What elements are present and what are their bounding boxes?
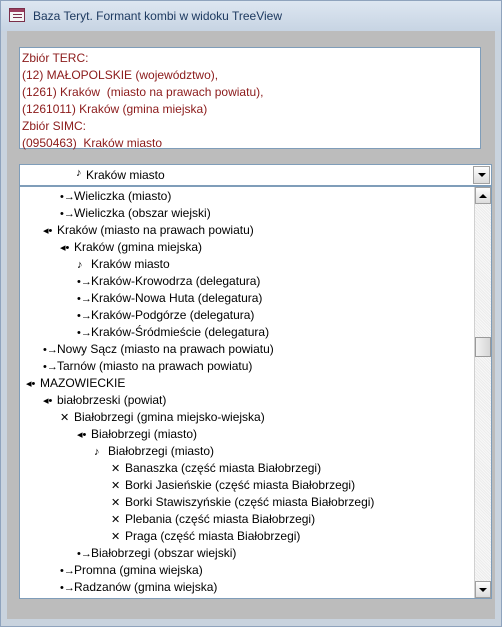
info-line: (0950463) Kraków miasto (22, 136, 163, 150)
vertical-scrollbar[interactable] (474, 187, 491, 598)
tree-node[interactable]: ✕ Plebania (część miasta Białobrzegi) (111, 511, 315, 528)
node-state-icon[interactable]: ✕ (60, 410, 74, 427)
tree-node[interactable]: ◂• Kraków (gmina miejska) (60, 239, 202, 256)
selected-node-icon: ♪ (76, 167, 82, 179)
info-line: Zbiór TERC: (22, 51, 89, 65)
combo-selected-value: Kraków miasto (86, 168, 165, 182)
node-state-icon[interactable]: •→ (77, 274, 92, 291)
location-combo[interactable]: ♪ Kraków miasto (19, 164, 492, 186)
app-window: Baza Teryt. Formant kombi w widoku TreeV… (0, 0, 502, 627)
tree-node[interactable]: •→Tarnów (miasto na prawach powiatu) (43, 358, 252, 375)
scroll-thumb[interactable] (475, 337, 491, 357)
node-state-icon[interactable]: •→ (77, 308, 92, 325)
tree-node[interactable]: •→Nowy Sącz (miasto na prawach powiatu) (43, 341, 274, 358)
node-state-icon[interactable]: •→ (77, 291, 92, 308)
tree-node-label: Praga (część miasta Białobrzegi) (125, 529, 301, 543)
tree-node-label: Kraków miasto (91, 257, 170, 271)
tree-node-label: Białobrzegi (miasto) (91, 427, 198, 441)
combo-dropdown-button[interactable] (473, 166, 490, 184)
info-line: (1261) Kraków (miasto na prawach powiatu… (22, 85, 264, 99)
node-state-icon[interactable]: ◂• (26, 376, 40, 393)
tree-node[interactable]: ◂• Białobrzegi (miasto) (77, 426, 197, 443)
tree-node-label: Wieliczka (obszar wiejski) (74, 206, 211, 220)
tree-node-label: Plebania (część miasta Białobrzegi) (125, 512, 316, 526)
tree-node[interactable]: •→Kraków-Śródmieście (delegatura) (77, 324, 269, 341)
node-state-icon[interactable]: ◂• (60, 240, 74, 257)
tree-node-label: Kraków-Krowodrza (delegatura) (91, 274, 261, 288)
node-state-icon[interactable]: ✕ (111, 461, 125, 478)
tree-node[interactable]: •→Białobrzegi (obszar wiejski) (77, 545, 236, 562)
info-line: (1261011) Kraków (gmina miejska) (22, 102, 208, 116)
tree-node[interactable]: •→Wieliczka (miasto) (60, 188, 171, 205)
arrow-down-icon (479, 588, 487, 592)
arrow-up-icon (479, 194, 487, 198)
scroll-down-button[interactable] (475, 581, 491, 598)
node-state-icon[interactable]: ✕ (111, 529, 125, 546)
treeview[interactable]: •→Wieliczka (miasto) •→Wieliczka (obszar … (19, 186, 492, 599)
tree-node-label: Kraków (miasto na prawach powiatu) (57, 223, 254, 237)
tree-node[interactable]: ♪ Białobrzegi (miasto) (94, 443, 214, 460)
tree-node[interactable]: •→Kraków-Podgórze (delegatura) (77, 307, 254, 324)
tree-node[interactable]: •→Kraków-Nowa Huta (delegatura) (77, 290, 262, 307)
node-state-icon[interactable]: •→ (60, 580, 75, 597)
node-state-icon[interactable]: ✕ (111, 478, 125, 495)
tree-node-label: białobrzeski (powiat) (57, 393, 167, 407)
tree-node[interactable]: ✕ Borki Stawiszyńskie (część miasta Biało… (111, 494, 374, 511)
node-state-icon[interactable]: ✕ (111, 512, 125, 529)
form-body: Zbiór TERC: (12) MAŁOPOLSKIE (województw… (7, 31, 495, 619)
tree-node-label: Kraków-Śródmieście (delegatura) (91, 325, 270, 339)
tree-node-label: Kraków-Podgórze (delegatura) (91, 308, 255, 322)
tree-node[interactable]: ✕ Praga (część miasta Białobrzegi) (111, 528, 300, 545)
tree-node-label: MAZOWIECKIE (40, 376, 126, 390)
tree-node-label: Radzanów (gmina wiejska) (74, 580, 218, 594)
tree-node[interactable]: ◂• Kraków (miasto na prawach powiatu) (43, 222, 254, 239)
tree-node-label: Białobrzegi (obszar wiejski) (91, 546, 237, 560)
node-state-icon[interactable]: •→ (43, 342, 58, 359)
node-state-icon[interactable]: ◂• (43, 393, 57, 410)
node-state-icon[interactable]: ♪ (77, 257, 91, 274)
tree-node-label: Promna (gmina wiejska) (74, 563, 203, 577)
tree-node[interactable]: ◂• białobrzeski (powiat) (43, 392, 166, 409)
node-state-icon[interactable]: ◂• (43, 223, 57, 240)
tree-node[interactable]: •→Wieliczka (obszar wiejski) (60, 205, 211, 222)
window-title: Baza Teryt. Formant kombi w widoku TreeV… (33, 9, 282, 23)
tree-node-label: Wieliczka (miasto) (74, 189, 172, 203)
tree-node[interactable]: ✕ Borki Jasieńskie (część miasta Białobrz… (111, 477, 355, 494)
tree-node-label: Białobrzegi (miasto) (108, 444, 215, 458)
node-state-icon[interactable]: •→ (77, 546, 92, 563)
node-state-icon[interactable]: •→ (60, 206, 75, 223)
node-state-icon[interactable]: •→ (77, 325, 92, 342)
tree-node[interactable]: ♪ Kraków miasto (77, 256, 170, 273)
tree-node-label: Białobrzegi (gmina miejsko-wiejska) (74, 410, 265, 424)
tree-node[interactable]: •→Radzanów (gmina wiejska) (60, 579, 217, 596)
info-line: (12) MAŁOPOLSKIE (województwo), (22, 68, 219, 82)
form-app-icon[interactable] (9, 8, 25, 22)
info-line: Zbiór SIMC: (22, 119, 87, 133)
node-state-icon[interactable]: ◂• (77, 427, 91, 444)
title-bar[interactable]: Baza Teryt. Formant kombi w widoku TreeV… (1, 1, 501, 31)
node-state-icon[interactable]: ✕ (111, 495, 125, 512)
node-state-icon[interactable]: •→ (60, 563, 75, 580)
tree-node-label: Kraków-Nowa Huta (delegatura) (91, 291, 263, 305)
tree-node-label: Banaszka (część miasta Białobrzegi) (125, 461, 322, 475)
info-textbox[interactable]: Zbiór TERC: (12) MAŁOPOLSKIE (województw… (19, 47, 481, 150)
tree-node-label: Borki Jasieńskie (część miasta Białobrze… (125, 478, 356, 492)
tree-node[interactable]: ◂• MAZOWIECKIE (26, 375, 125, 392)
node-state-icon[interactable]: •→ (60, 189, 75, 206)
tree-node-label: Borki Stawiszyńskie (część miasta Białob… (125, 495, 375, 509)
tree-node-label: Nowy Sącz (miasto na prawach powiatu) (57, 342, 274, 356)
tree-node-label: Tarnów (miasto na prawach powiatu) (57, 359, 253, 373)
tree-node[interactable]: •→Kraków-Krowodrza (delegatura) (77, 273, 260, 290)
tree-node[interactable]: ✕ Białobrzegi (gmina miejsko-wiejska) (60, 409, 265, 426)
chevron-down-icon (478, 173, 486, 177)
tree-node-label: Kraków (gmina miejska) (74, 240, 203, 254)
node-state-icon[interactable]: ♪ (94, 444, 108, 461)
tree-node[interactable]: •→Promna (gmina wiejska) (60, 562, 203, 579)
tree-node[interactable]: ✕ Banaszka (część miasta Białobrzegi) (111, 460, 321, 477)
scroll-up-button[interactable] (475, 187, 491, 204)
node-state-icon[interactable]: •→ (43, 359, 58, 376)
